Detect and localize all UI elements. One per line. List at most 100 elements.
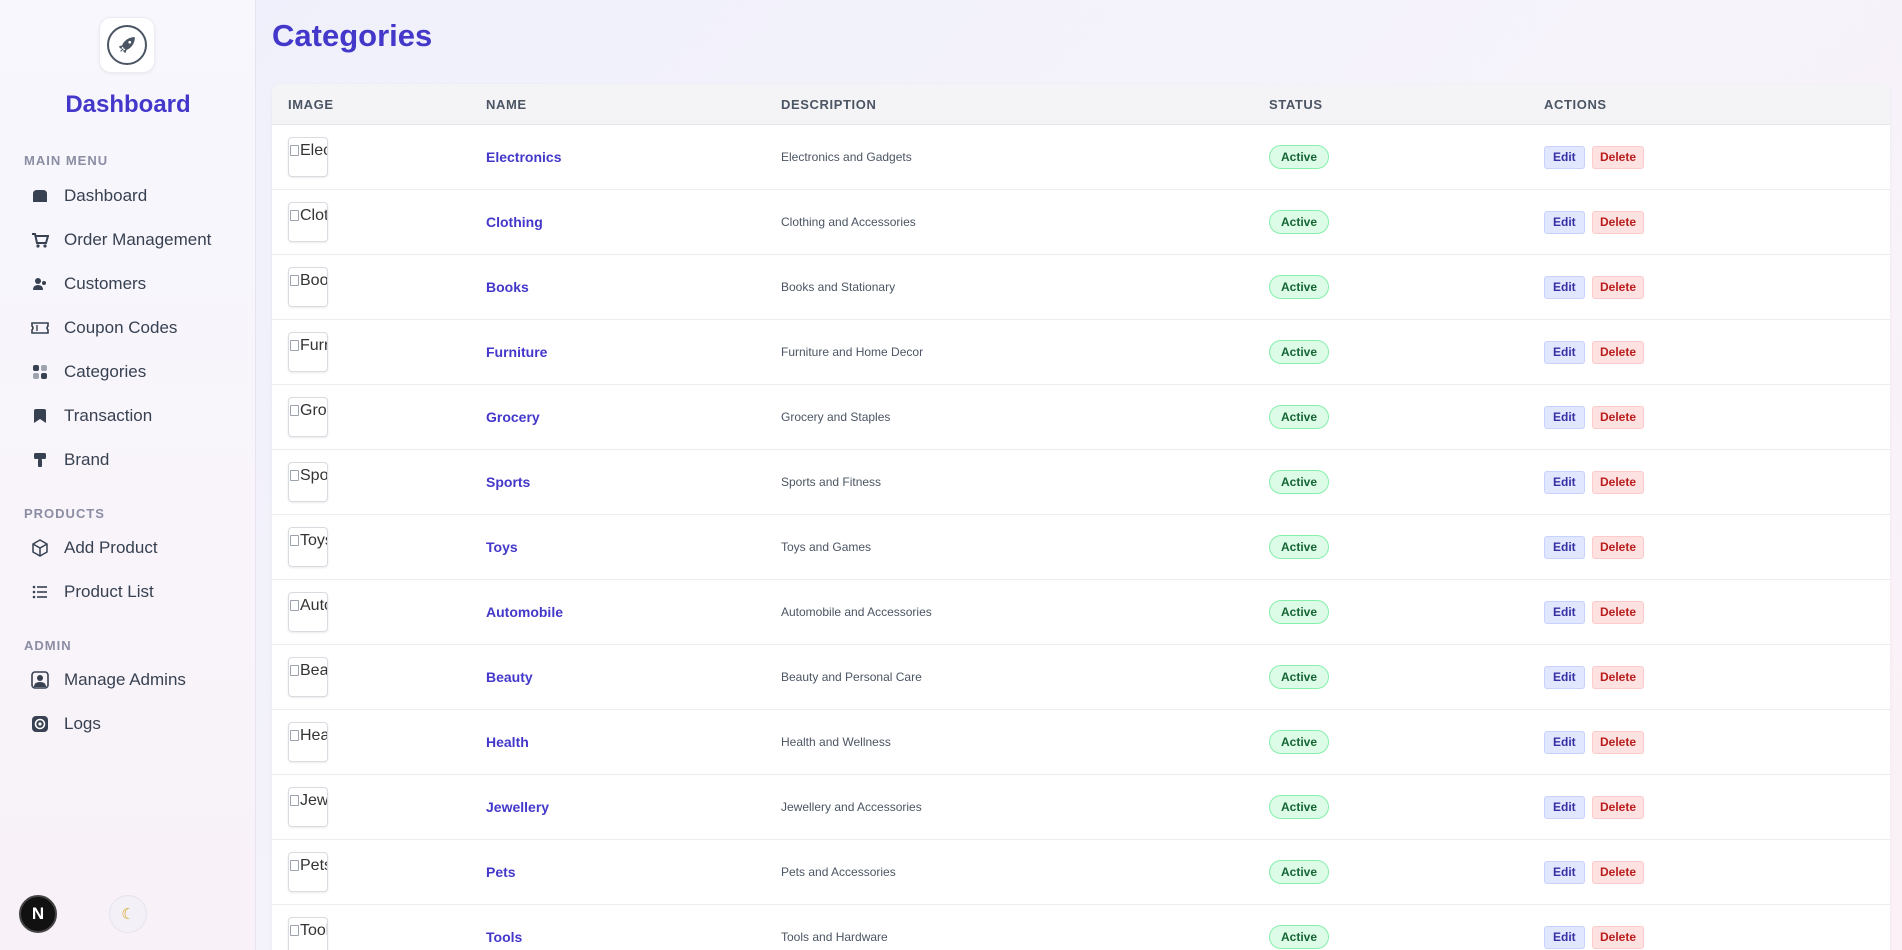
category-image: Spor: [288, 462, 328, 502]
status-badge: Active: [1269, 730, 1330, 754]
status-badge: Active: [1269, 665, 1330, 689]
theme-toggle-button[interactable]: ☾: [109, 895, 147, 933]
box-icon: [30, 538, 50, 558]
category-image: Groc: [288, 397, 328, 437]
broken-image-icon: [290, 405, 299, 416]
category-name-link[interactable]: Clothing: [486, 214, 543, 230]
delete-button[interactable]: Delete: [1592, 471, 1645, 494]
delete-button[interactable]: Delete: [1592, 536, 1645, 559]
image-alt-text: Elec: [300, 142, 327, 159]
sidebar-item-dashboard[interactable]: Dashboard: [24, 178, 244, 214]
edit-button[interactable]: Edit: [1544, 471, 1585, 494]
edit-button[interactable]: Edit: [1544, 276, 1585, 299]
table-row: Furn Furniture Furniture and Home Decor …: [272, 320, 1890, 385]
status-badge: Active: [1269, 340, 1330, 364]
delete-button[interactable]: Delete: [1592, 601, 1645, 624]
sidebar-item-add-product[interactable]: Add Product: [24, 530, 244, 566]
table-header: IMAGE NAME DESCRIPTION STATUS ACTIONS: [272, 84, 1890, 125]
category-image: Auto: [288, 592, 328, 632]
category-name-link[interactable]: Books: [486, 279, 529, 295]
list-icon: [30, 582, 50, 602]
categories-table: IMAGE NAME DESCRIPTION STATUS ACTIONS El…: [272, 84, 1890, 950]
category-image: Furn: [288, 332, 328, 372]
category-image: Tool: [288, 917, 328, 950]
delete-button[interactable]: Delete: [1592, 926, 1645, 949]
grid-icon: [30, 362, 50, 382]
edit-button[interactable]: Edit: [1544, 536, 1585, 559]
edit-button[interactable]: Edit: [1544, 406, 1585, 429]
sidebar-item-label: Coupon Codes: [64, 318, 178, 337]
category-name-link[interactable]: Grocery: [486, 409, 540, 425]
edit-button[interactable]: Edit: [1544, 926, 1585, 949]
delete-button[interactable]: Delete: [1592, 341, 1645, 364]
edit-button[interactable]: Edit: [1544, 211, 1585, 234]
image-alt-text: Pets: [300, 857, 327, 874]
sidebar-item-logs[interactable]: Logs: [24, 706, 244, 742]
column-header-description: DESCRIPTION: [781, 97, 877, 112]
category-name-link[interactable]: Tools: [486, 929, 522, 945]
dashboard-icon: [30, 186, 50, 206]
avatar[interactable]: N: [19, 895, 57, 933]
delete-button[interactable]: Delete: [1592, 406, 1645, 429]
category-name-link[interactable]: Toys: [486, 539, 518, 555]
table-body: Elec Electronics Electronics and Gadgets…: [272, 125, 1890, 950]
category-name-link[interactable]: Electronics: [486, 149, 561, 165]
category-image: Elec: [288, 137, 328, 177]
edit-button[interactable]: Edit: [1544, 861, 1585, 884]
edit-button[interactable]: Edit: [1544, 601, 1585, 624]
edit-button[interactable]: Edit: [1544, 341, 1585, 364]
edit-button[interactable]: Edit: [1544, 796, 1585, 819]
section-admin: ADMIN: [24, 638, 72, 653]
page-title: Categories: [272, 18, 433, 53]
sidebar-item-coupon-codes[interactable]: Coupon Codes: [24, 310, 244, 346]
edit-button[interactable]: Edit: [1544, 731, 1585, 754]
delete-button[interactable]: Delete: [1592, 276, 1645, 299]
sidebar-item-manage-admins[interactable]: Manage Admins: [24, 662, 244, 698]
category-name-link[interactable]: Sports: [486, 474, 530, 490]
app-logo[interactable]: [99, 17, 155, 73]
category-name-link[interactable]: Pets: [486, 864, 516, 880]
category-name-link[interactable]: Automobile: [486, 604, 563, 620]
delete-button[interactable]: Delete: [1592, 666, 1645, 689]
category-image: Beau: [288, 657, 328, 697]
sidebar-item-order-management[interactable]: Order Management: [24, 222, 244, 258]
category-description: Beauty and Personal Care: [781, 670, 922, 684]
sidebar: Dashboard MAIN MENU Dashboard Order Mana…: [0, 0, 256, 950]
category-name-link[interactable]: Health: [486, 734, 529, 750]
category-description: Pets and Accessories: [781, 865, 896, 879]
sidebar-item-label: Manage Admins: [64, 670, 186, 689]
sidebar-title: Dashboard: [65, 91, 191, 118]
delete-button[interactable]: Delete: [1592, 861, 1645, 884]
category-name-link[interactable]: Furniture: [486, 344, 547, 360]
delete-button[interactable]: Delete: [1592, 796, 1645, 819]
broken-image-icon: [290, 600, 299, 611]
category-description: Health and Wellness: [781, 735, 891, 749]
table-row: Spor Sports Sports and Fitness Active Ed…: [272, 450, 1890, 515]
table-row: Groc Grocery Grocery and Staples Active …: [272, 385, 1890, 450]
sidebar-item-transaction[interactable]: Transaction: [24, 398, 244, 434]
category-description: Jewellery and Accessories: [781, 800, 922, 814]
status-badge: Active: [1269, 210, 1330, 234]
section-main-menu: MAIN MENU: [24, 153, 109, 168]
table-row: Tool Tools Tools and Hardware Active Edi…: [272, 905, 1890, 950]
image-alt-text: Tool: [300, 922, 328, 939]
sidebar-item-brand[interactable]: Brand: [24, 442, 244, 478]
broken-image-icon: [290, 925, 299, 936]
category-image: Jewe: [288, 787, 328, 827]
status-badge: Active: [1269, 860, 1330, 884]
sidebar-item-categories[interactable]: Categories: [24, 354, 244, 390]
sidebar-item-label: Categories: [64, 362, 147, 381]
delete-button[interactable]: Delete: [1592, 211, 1645, 234]
sidebar-item-customers[interactable]: Customers: [24, 266, 244, 302]
edit-button[interactable]: Edit: [1544, 146, 1585, 169]
edit-button[interactable]: Edit: [1544, 666, 1585, 689]
sidebar-item-product-list[interactable]: Product List: [24, 574, 244, 610]
table-row: Clot Clothing Clothing and Accessories A…: [272, 190, 1890, 255]
column-header-status: STATUS: [1269, 97, 1323, 112]
category-name-link[interactable]: Jewellery: [486, 799, 549, 815]
image-alt-text: Toys: [300, 532, 327, 549]
delete-button[interactable]: Delete: [1592, 731, 1645, 754]
delete-button[interactable]: Delete: [1592, 146, 1645, 169]
category-name-link[interactable]: Beauty: [486, 669, 533, 685]
broken-image-icon: [290, 535, 299, 546]
